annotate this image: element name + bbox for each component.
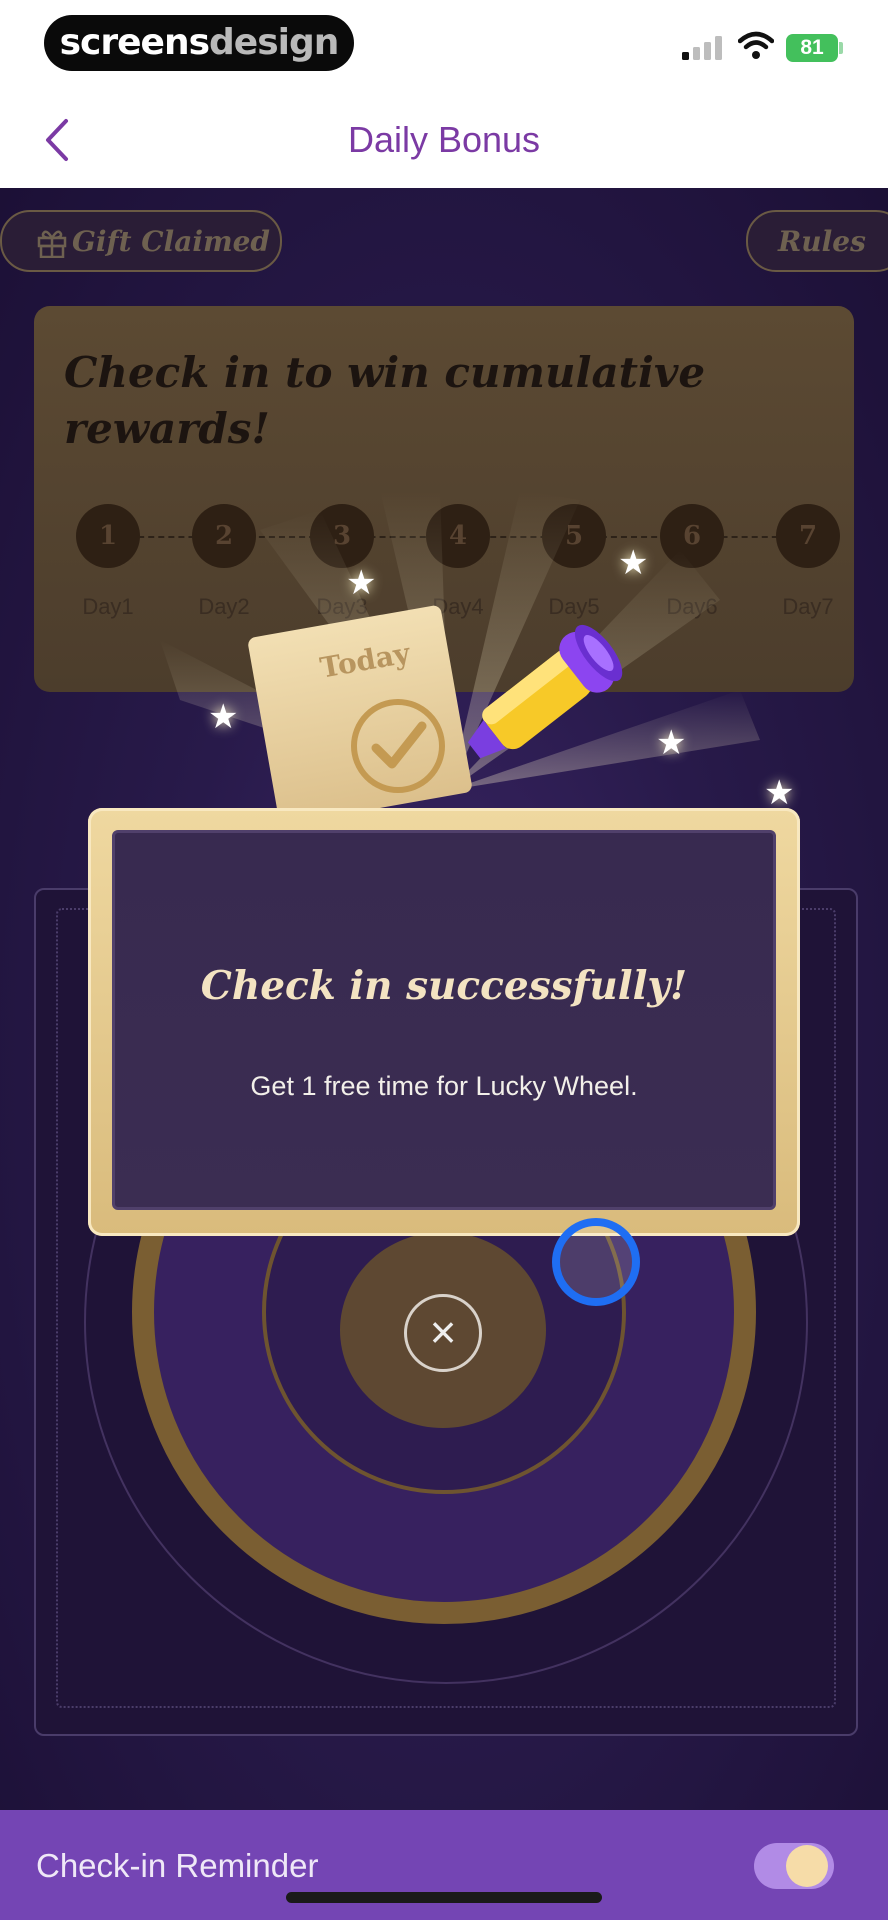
toggle-knob[interactable]: [786, 1845, 828, 1887]
star-icon: ★: [346, 564, 377, 602]
star-icon: ★: [656, 724, 687, 762]
gift-claimed-label: Gift Claimed: [72, 225, 270, 258]
rules-button[interactable]: Rules: [746, 210, 888, 272]
modal-title: Check in successfully!: [200, 963, 688, 1009]
signal-icon: [682, 36, 722, 60]
brand-part-1: screens: [59, 22, 210, 63]
close-icon: ×: [429, 1306, 457, 1358]
success-modal: [112, 830, 776, 1210]
modal-message: Get 1 free time for Lucky Wheel.: [250, 1071, 638, 1101]
battery-icon: 81: [786, 34, 838, 62]
brand-part-2: design: [209, 22, 339, 63]
touch-indicator: [552, 1218, 640, 1306]
rules-label: Rules: [778, 225, 866, 258]
check-icon: [351, 699, 445, 793]
star-icon: ★: [618, 544, 649, 582]
page-title: Daily Bonus: [347, 119, 541, 160]
checkin-reminder-label: Check-in Reminder: [36, 1847, 319, 1884]
star-icon: ★: [764, 774, 795, 812]
day-7-circle: 7: [776, 504, 840, 568]
home-indicator[interactable]: [286, 1892, 602, 1903]
marker-icon: [467, 624, 623, 759]
checkin-card-title: Check in to win cumulative rewards!: [64, 348, 706, 453]
gift-icon: [37, 230, 67, 258]
close-button[interactable]: ×: [404, 1294, 482, 1372]
star-icon: ★: [208, 698, 239, 736]
battery-cap: [839, 42, 843, 54]
brand-badge: screensdesign: [44, 15, 354, 71]
wifi-icon: [738, 31, 774, 59]
